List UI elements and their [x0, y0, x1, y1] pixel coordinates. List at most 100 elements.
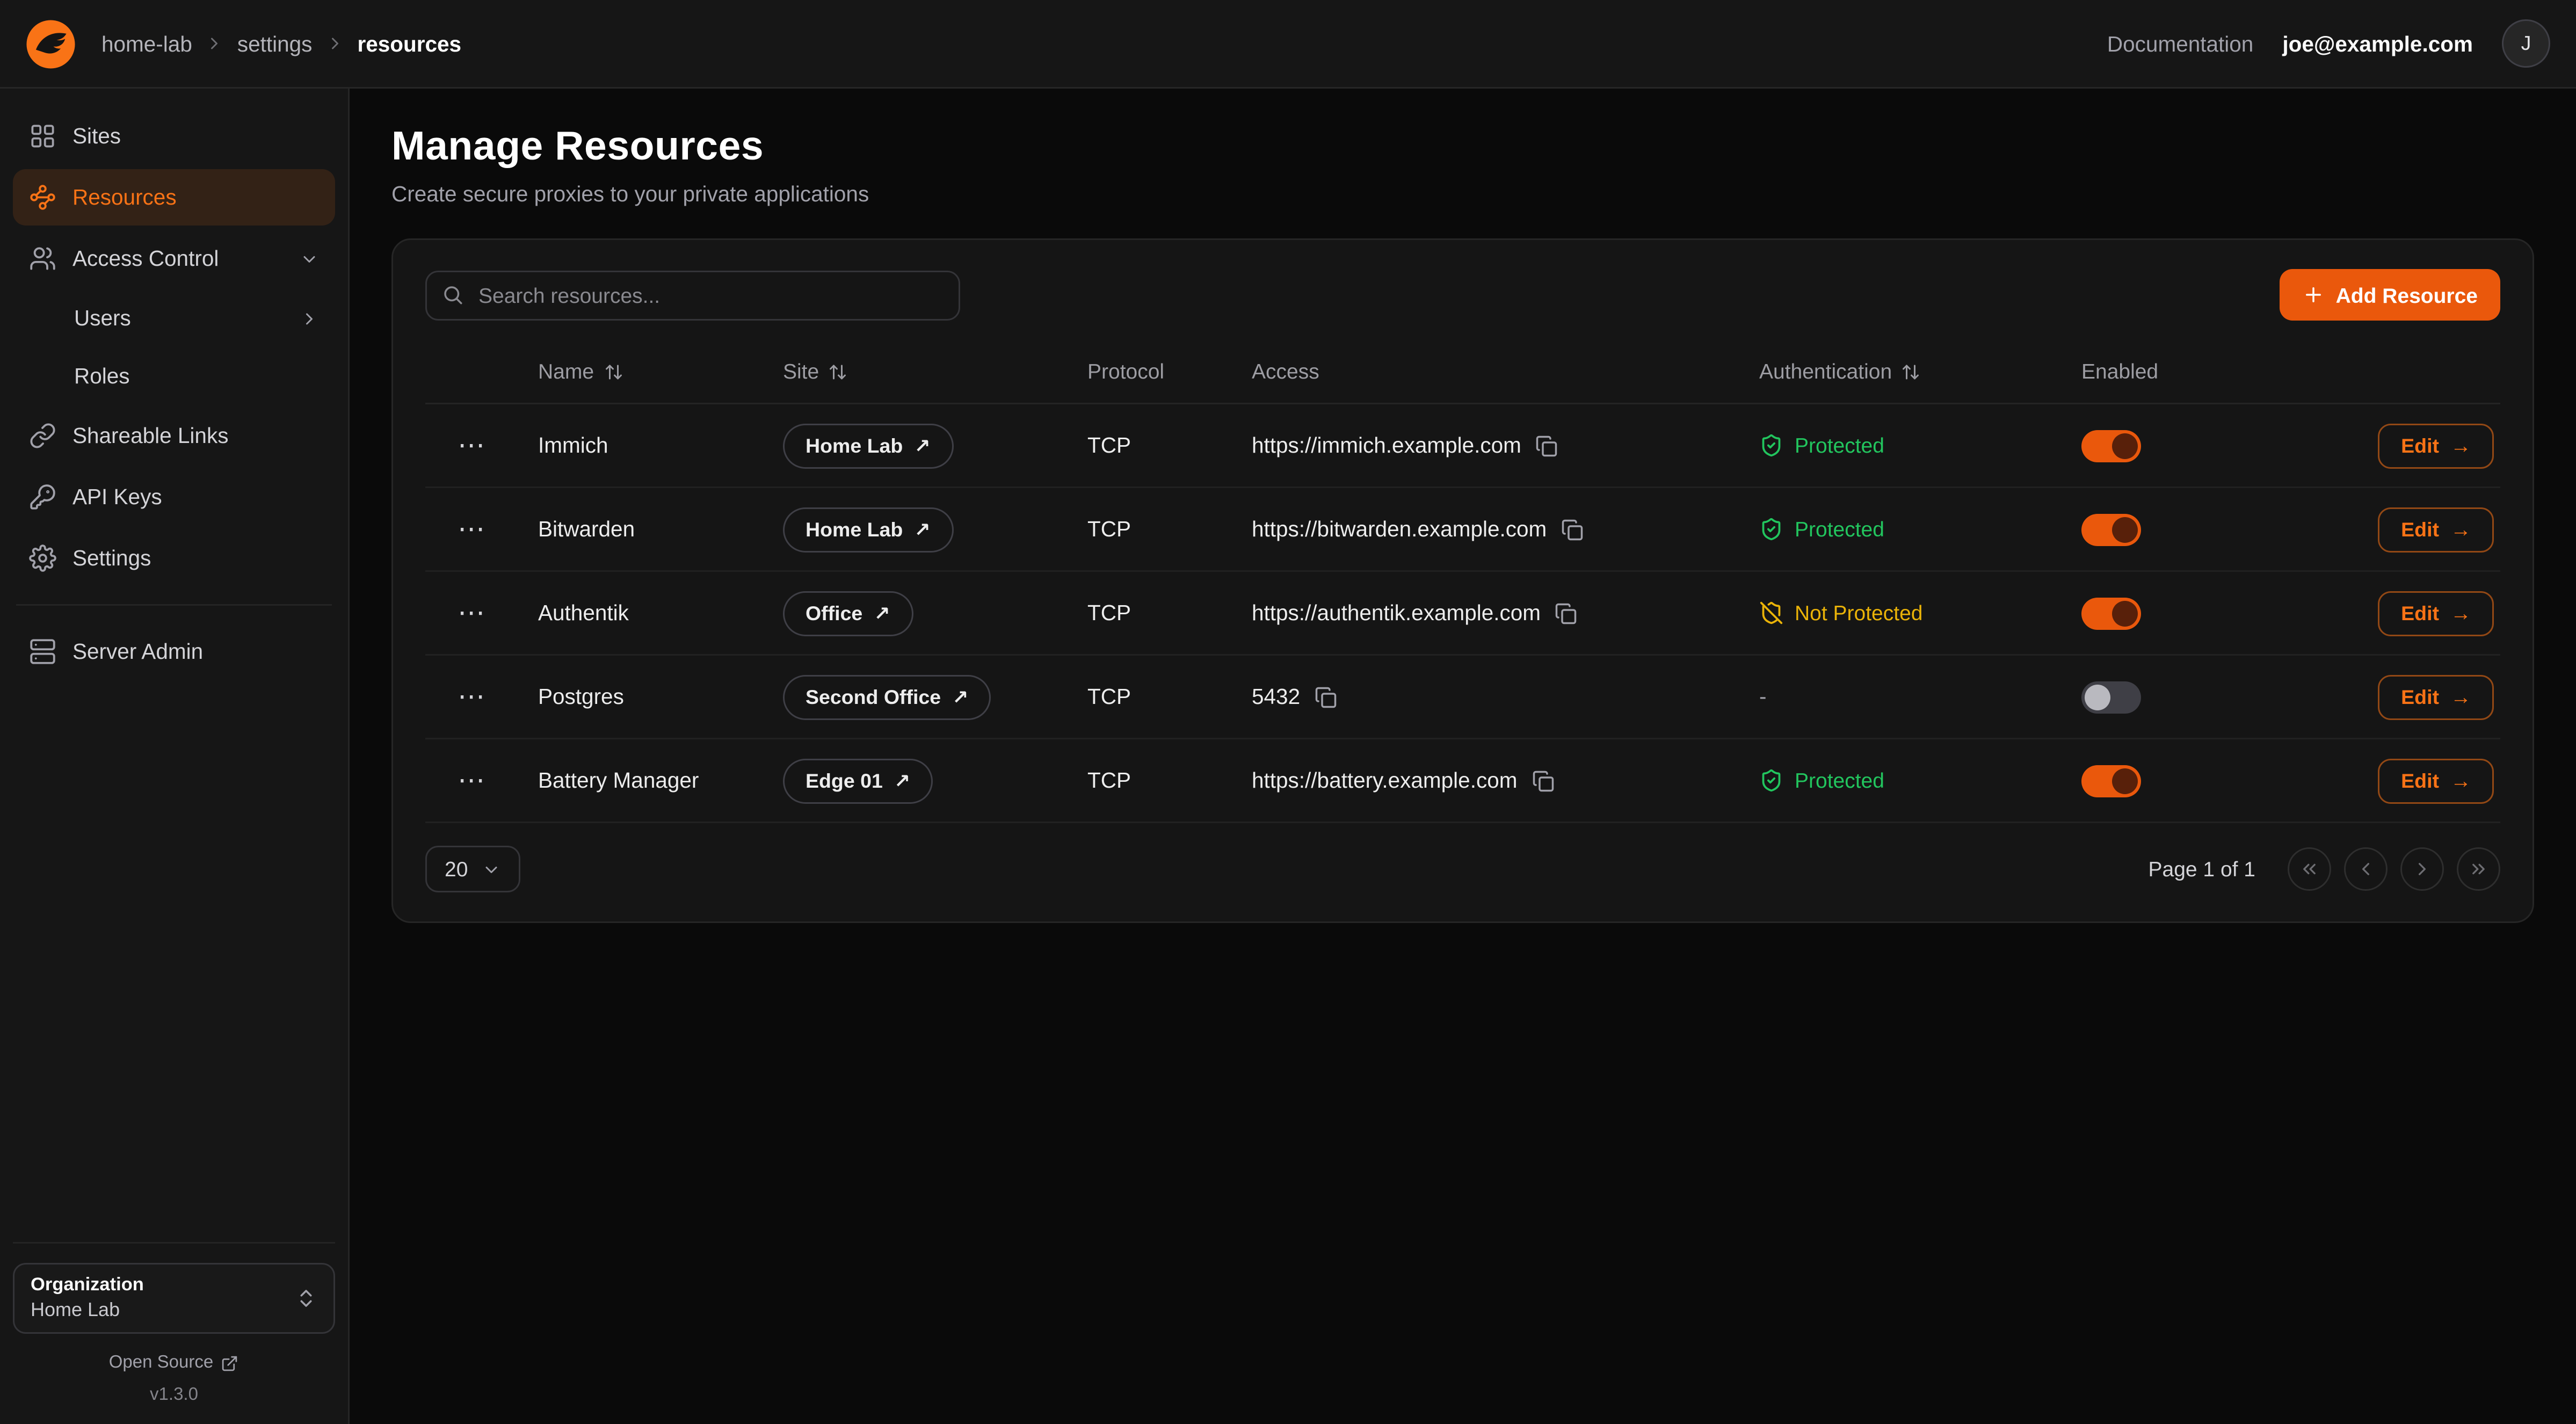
sidebar-item-shareable-links[interactable]: Shareable Links	[13, 408, 335, 464]
breadcrumb-resources[interactable]: resources	[357, 32, 461, 56]
app-logo[interactable]	[26, 19, 76, 69]
edit-label: Edit	[2401, 602, 2439, 624]
copy-icon[interactable]	[1532, 769, 1554, 792]
copy-icon[interactable]	[1315, 686, 1337, 708]
page-size-select[interactable]: 20	[425, 846, 521, 892]
add-resource-label: Add Resource	[2336, 283, 2478, 307]
site-link[interactable]: Home Lab ↗	[783, 423, 953, 468]
sidebar-bottom: Organization Home Lab Open Source v1.3.0	[13, 1242, 335, 1405]
copy-icon[interactable]	[1561, 518, 1584, 541]
sidebar-item-sites[interactable]: Sites	[13, 108, 335, 164]
sort-by-authentication-button[interactable]: Authentication	[1759, 359, 1921, 383]
app-root: home-lab settings resources Documentatio…	[0, 0, 2576, 1424]
column-header-name: Name	[538, 359, 594, 383]
search-input[interactable]	[425, 270, 960, 320]
enabled-toggle[interactable]	[2081, 765, 2141, 797]
site-link[interactable]: Edge 01 ↗	[783, 758, 933, 803]
sidebar-item-api-keys[interactable]: API Keys	[13, 469, 335, 525]
arrow-right-icon: →	[2450, 686, 2471, 707]
site-name: Office	[806, 602, 862, 624]
organization-label: Organization	[31, 1276, 144, 1295]
edit-button[interactable]: Edit →	[2378, 591, 2494, 636]
search-icon	[441, 284, 464, 306]
row-actions-button[interactable]: ⋯	[451, 512, 493, 546]
chevrons-right-icon	[2468, 859, 2489, 880]
prev-page-button[interactable]	[2344, 847, 2388, 891]
sidebar-item-label: Resources	[72, 185, 177, 209]
breadcrumb-home-lab[interactable]: home-lab	[101, 32, 192, 56]
protocol: TCP	[1087, 433, 1131, 457]
sidebar-item-label: Sites	[72, 124, 121, 148]
enabled-toggle[interactable]	[2081, 513, 2141, 546]
sidebar-item-resources[interactable]: Resources	[13, 169, 335, 226]
enabled-toggle[interactable]	[2081, 430, 2141, 462]
site-link[interactable]: Office ↗	[783, 591, 913, 636]
sidebar-item-server-admin[interactable]: Server Admin	[13, 623, 335, 680]
breadcrumb-settings[interactable]: settings	[237, 32, 313, 56]
server-icon	[29, 638, 56, 665]
table-row: ⋯ Bitwarden Home Lab ↗ TCP https://bitwa…	[425, 488, 2500, 572]
documentation-link[interactable]: Documentation	[2107, 32, 2253, 56]
row-actions-button[interactable]: ⋯	[451, 596, 493, 630]
sidebar-item-label: API Keys	[72, 485, 162, 509]
breadcrumb: home-lab settings resources	[101, 32, 461, 56]
edit-label: Edit	[2401, 518, 2439, 541]
sidebar-item-roles[interactable]: Roles	[13, 350, 335, 403]
version-label: v1.3.0	[13, 1385, 335, 1405]
row-actions-button[interactable]: ⋯	[451, 680, 493, 714]
table-row: ⋯ Battery Manager Edge 01 ↗ TCP https://…	[425, 739, 2500, 823]
enabled-toggle[interactable]	[2081, 681, 2141, 713]
edit-button[interactable]: Edit →	[2378, 758, 2494, 803]
key-icon	[29, 483, 56, 511]
next-page-button[interactable]	[2400, 847, 2444, 891]
auth-status: Protected	[1759, 433, 1884, 457]
site-name: Home Lab	[806, 518, 903, 541]
open-source-link[interactable]: Open Source	[13, 1353, 335, 1372]
copy-icon[interactable]	[1536, 434, 1558, 457]
last-page-button[interactable]	[2457, 847, 2500, 891]
page-size-value: 20	[445, 857, 468, 881]
user-email[interactable]: joe@example.com	[2282, 32, 2473, 56]
auth-status-label: Not Protected	[1795, 601, 1923, 625]
auth-status-label: Protected	[1795, 433, 1884, 457]
edit-label: Edit	[2401, 769, 2439, 792]
arrow-right-icon: →	[2450, 770, 2471, 791]
sidebar-item-settings[interactable]: Settings	[13, 530, 335, 586]
pager: Page 1 of 1	[2149, 847, 2501, 891]
column-header-enabled: Enabled	[2081, 359, 2158, 383]
row-actions-button[interactable]: ⋯	[451, 764, 493, 797]
edit-button[interactable]: Edit →	[2378, 674, 2494, 720]
arrow-right-icon: →	[2450, 602, 2471, 623]
sort-icon	[1902, 362, 1921, 381]
protocol: TCP	[1087, 685, 1131, 709]
sidebar-item-access-control[interactable]: Access Control	[13, 230, 335, 287]
avatar[interactable]: J	[2502, 19, 2550, 68]
column-header-protocol: Protocol	[1087, 359, 1164, 383]
access-url: https://battery.example.com	[1252, 768, 1517, 793]
site-name: Home Lab	[806, 434, 903, 457]
sidebar-divider	[16, 604, 332, 606]
copy-icon[interactable]	[1555, 602, 1578, 624]
sort-by-name-button[interactable]: Name	[538, 359, 623, 383]
site-link[interactable]: Home Lab ↗	[783, 507, 953, 552]
gear-icon	[29, 544, 56, 572]
protocol: TCP	[1087, 768, 1131, 793]
sort-by-site-button[interactable]: Site	[783, 359, 848, 383]
auth-status: Protected	[1759, 517, 1884, 541]
add-resource-button[interactable]: Add Resource	[2280, 269, 2500, 321]
site-link[interactable]: Second Office ↗	[783, 674, 991, 720]
edit-button[interactable]: Edit →	[2378, 423, 2494, 468]
access-url: https://authentik.example.com	[1252, 601, 1541, 625]
edit-button[interactable]: Edit →	[2378, 507, 2494, 552]
arrow-up-right-icon: ↗	[914, 436, 930, 455]
sidebar-item-users[interactable]: Users	[13, 292, 335, 345]
organization-selector[interactable]: Organization Home Lab	[13, 1263, 335, 1334]
arrow-up-right-icon: ↗	[874, 604, 890, 623]
sidebar-item-label: Shareable Links	[72, 424, 228, 448]
header-enabled-cell: Enabled	[2081, 359, 2299, 383]
first-page-button[interactable]	[2288, 847, 2331, 891]
enabled-toggle[interactable]	[2081, 597, 2141, 629]
row-actions-button[interactable]: ⋯	[451, 428, 493, 462]
sidebar-item-label: Access Control	[72, 246, 219, 271]
resource-name: Battery Manager	[538, 768, 699, 793]
